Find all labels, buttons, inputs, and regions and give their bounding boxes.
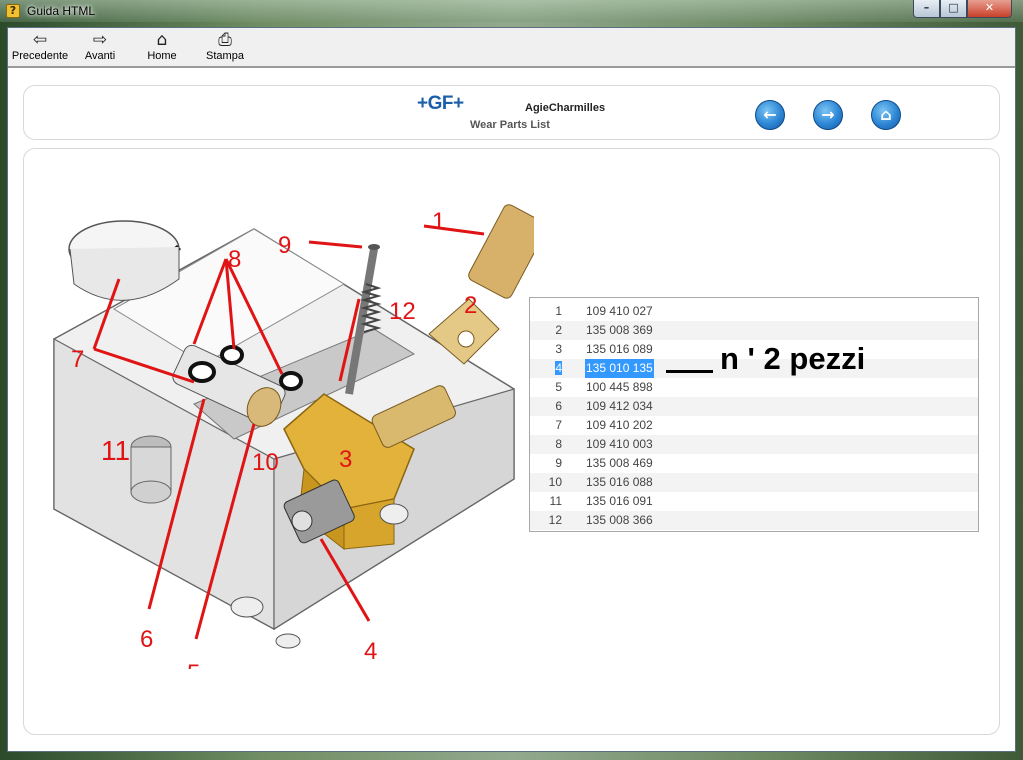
part-code: 109 412 034 bbox=[586, 399, 653, 413]
print-button-label: Stampa bbox=[206, 50, 244, 62]
part-number: 12 bbox=[530, 511, 562, 530]
printer-icon: ⎙ bbox=[218, 30, 232, 50]
callout-4: 4 bbox=[364, 638, 377, 665]
home-circle-icon: ⌂ bbox=[880, 105, 892, 124]
part-number-text: 7 bbox=[555, 418, 562, 432]
part-number: 8 bbox=[530, 435, 562, 454]
parts-row[interactable]: 10 135 016 088 bbox=[530, 473, 978, 492]
part-number: 11 bbox=[530, 492, 562, 511]
part-number-text: 9 bbox=[555, 456, 562, 470]
callout-12: 12 bbox=[389, 298, 416, 325]
part-number: 5 bbox=[530, 378, 562, 397]
close-icon: ✕ bbox=[984, 1, 995, 14]
parts-list: 1 109 410 027 2 135 008 369 3 135 016 089 4 135… bbox=[529, 297, 979, 532]
print-button[interactable]: ⎙ Stampa bbox=[201, 30, 249, 66]
part-code: 135 016 091 bbox=[586, 494, 653, 508]
help-content: +GF+ AgieCharmilles Wear Parts List ← → … bbox=[8, 70, 1015, 751]
home-page-button[interactable]: ⌂ bbox=[871, 100, 901, 130]
main-panel: 1 2 3 4 5 6 7 8 9 10 11 12 1 109 410 027 2… bbox=[23, 148, 1000, 735]
parts-row[interactable]: 12 135 008 366 bbox=[530, 511, 978, 530]
close-button[interactable]: ✕ bbox=[967, 0, 1012, 18]
forward-button[interactable]: ⇨ Avanti bbox=[78, 30, 122, 66]
arrow-left-circle-icon: ← bbox=[763, 105, 777, 124]
arrow-right-icon: ⇨ bbox=[92, 30, 108, 50]
part-number-text: 6 bbox=[555, 399, 562, 413]
part-number: 1 bbox=[530, 302, 562, 321]
part-code: 109 410 003 bbox=[586, 437, 653, 451]
part-number-text: 2 bbox=[555, 323, 562, 337]
back-button-label: Precedente bbox=[11, 50, 69, 62]
title-bar: ? Guida HTML – □ ✕ bbox=[0, 0, 1023, 22]
callout-9: 9 bbox=[278, 232, 291, 259]
callout-6: 6 bbox=[140, 626, 153, 653]
gf-logo: +GF+ bbox=[417, 93, 464, 114]
part-number-text: 10 bbox=[548, 475, 562, 489]
parts-row[interactable]: 6 109 412 034 bbox=[530, 397, 978, 416]
header-panel: +GF+ AgieCharmilles Wear Parts List ← → … bbox=[23, 85, 1000, 140]
part-code: 135 016 089 bbox=[586, 342, 653, 356]
part-code: 109 410 027 bbox=[586, 304, 653, 318]
wear-parts-diagram: 1 2 3 4 5 6 7 8 9 10 11 12 bbox=[53, 204, 534, 669]
home-button-label: Home bbox=[147, 50, 177, 62]
minimize-button[interactable]: – bbox=[913, 0, 940, 18]
help-window-client: ⇦ Precedente ⇨ Avanti ⌂ Home ⎙ Stampa +G… bbox=[7, 27, 1016, 752]
part-number: 4 bbox=[530, 359, 562, 378]
callout-8: 8 bbox=[228, 246, 241, 273]
toolbar: ⇦ Precedente ⇨ Avanti ⌂ Home ⎙ Stampa bbox=[8, 28, 1015, 68]
minimize-icon: – bbox=[923, 1, 930, 14]
part-code: 135 008 366 bbox=[586, 513, 653, 527]
part-number-text: 11 bbox=[549, 494, 562, 508]
part-number: 9 bbox=[530, 454, 562, 473]
parts-row[interactable]: 1 109 410 027 bbox=[530, 302, 978, 321]
part-number: 2 bbox=[530, 321, 562, 340]
home-button[interactable]: ⌂ Home bbox=[142, 30, 182, 66]
parts-row[interactable]: 8 109 410 003 bbox=[530, 435, 978, 454]
parts-row[interactable]: 2 135 008 369 bbox=[530, 321, 978, 340]
callout-11: 11 bbox=[101, 435, 130, 466]
part-code: 135 008 369 bbox=[586, 323, 653, 337]
window-title: Guida HTML bbox=[27, 4, 96, 18]
part-code: 135 016 088 bbox=[586, 475, 653, 489]
part-number: 10 bbox=[530, 473, 562, 492]
callout-7: 7 bbox=[71, 346, 84, 373]
part-number: 6 bbox=[530, 397, 562, 416]
callout-10: 10 bbox=[252, 449, 279, 476]
maximize-button[interactable]: □ bbox=[940, 0, 967, 18]
arrow-left-icon: ⇦ bbox=[32, 30, 48, 50]
part-number-text: 1 bbox=[555, 304, 562, 318]
part-code: 135 010 135 bbox=[585, 359, 654, 378]
part-code: 109 410 202 bbox=[586, 418, 653, 432]
part-number-text: 12 bbox=[548, 513, 562, 527]
part-number-text: 5 bbox=[555, 380, 562, 394]
part-code: 100 445 898 bbox=[586, 380, 653, 394]
part-number-text: 3 bbox=[555, 342, 562, 356]
house-icon: ⌂ bbox=[156, 30, 168, 50]
callout-1: 1 bbox=[432, 208, 445, 235]
arrow-right-circle-icon: → bbox=[821, 105, 835, 124]
part-code: 135 008 469 bbox=[586, 456, 653, 470]
part-number-text: 8 bbox=[555, 437, 562, 451]
callout-5: 5 bbox=[187, 660, 200, 669]
back-button[interactable]: ⇦ Precedente bbox=[10, 30, 70, 66]
maximize-icon: □ bbox=[948, 1, 959, 14]
forward-button-label: Avanti bbox=[84, 50, 116, 62]
annotation-line bbox=[666, 370, 713, 373]
quantity-annotation: n ' 2 pezzi bbox=[720, 341, 866, 376]
brand-name: AgieCharmilles bbox=[525, 102, 606, 114]
next-page-button[interactable]: → bbox=[813, 100, 843, 130]
part-number: 3 bbox=[530, 340, 562, 359]
callout-2: 2 bbox=[464, 292, 477, 319]
parts-row[interactable]: 7 109 410 202 bbox=[530, 416, 978, 435]
previous-page-button[interactable]: ← bbox=[755, 100, 785, 130]
help-app-icon: ? bbox=[6, 4, 20, 18]
callout-3: 3 bbox=[339, 446, 352, 473]
parts-row[interactable]: 9 135 008 469 bbox=[530, 454, 978, 473]
part-number-text: 4 bbox=[555, 361, 562, 375]
parts-row[interactable]: 11 135 016 091 bbox=[530, 492, 978, 511]
page-subtitle: Wear Parts List bbox=[470, 119, 550, 131]
parts-row[interactable]: 5 100 445 898 bbox=[530, 378, 978, 397]
part-number: 7 bbox=[530, 416, 562, 435]
